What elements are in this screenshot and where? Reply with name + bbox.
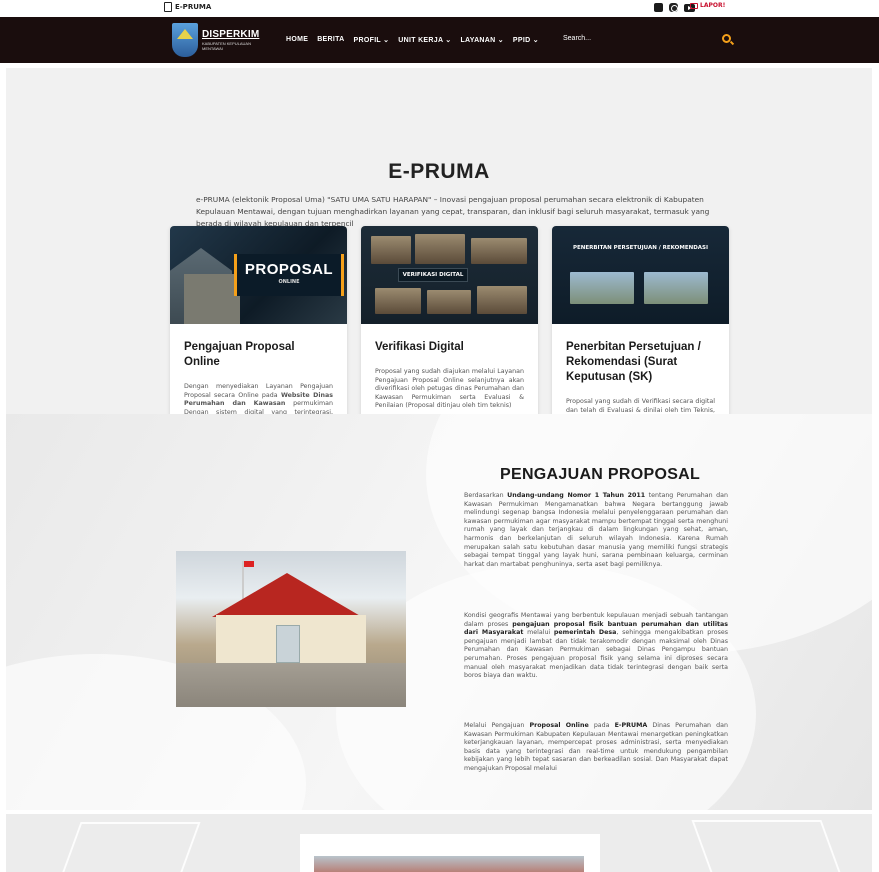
page-title: E-PRUMA (388, 160, 490, 183)
e-pruma-section: E-PRUMA e-PRUMA (elektonik Proposal Uma)… (6, 68, 872, 414)
photo-thumbnail (477, 286, 527, 314)
bottom-section (6, 814, 872, 872)
card-text: Proposal yang sudah diajukan melalui Lay… (375, 368, 524, 409)
brand-tab[interactable]: E-PRUMA (164, 2, 211, 12)
document-icon (164, 2, 172, 12)
decorative-shape (51, 822, 201, 872)
office-building-photo (176, 551, 406, 707)
logo-title: DISPERKIM (202, 29, 260, 40)
nav-item-home[interactable]: HOME (286, 36, 308, 44)
photo-thumbnail (471, 238, 527, 264)
nav-item-layanan[interactable]: LAYANAN ⌄ (460, 36, 503, 44)
lapor-link[interactable]: LAPOR! (690, 2, 725, 9)
instagram-icon[interactable] (669, 3, 678, 12)
top-strip: E-PRUMA LAPOR! (0, 0, 879, 16)
card-image: PENERBITAN PERSETUJUAN / REKOMENDASI (552, 226, 729, 324)
card-banner-subtitle: ONLINE (278, 279, 300, 285)
paragraph: Berdasarkan Undang-undang Nomor 1 Tahun … (464, 492, 728, 568)
disperkim-logo[interactable] (172, 23, 198, 57)
nav-item-unit-kerja[interactable]: UNIT KERJA ⌄ (398, 36, 451, 44)
card-banner-title: PROPOSAL (244, 261, 334, 278)
card-penerbitan-sk[interactable]: PENERBITAN PERSETUJUAN / REKOMENDASI Pen… (552, 226, 729, 414)
building-door (276, 625, 300, 663)
lapor-icon (690, 2, 698, 9)
photo-thumbnail (427, 290, 471, 314)
photo-thumbnail (371, 236, 411, 264)
card-image: VERIFIKASI DIGITAL (361, 226, 538, 324)
building-roof (212, 573, 362, 617)
photo-thumbnail (415, 234, 465, 264)
paragraph: Melalui Pengajuan Proposal Online pada E… (464, 722, 728, 772)
nav-item-berita[interactable]: BERITA (317, 36, 344, 44)
card-image: PROPOSAL ONLINE (170, 226, 347, 324)
building-photo (314, 856, 584, 872)
search-input[interactable]: Search... (563, 35, 713, 42)
card-verifikasi-digital[interactable]: VERIFIKASI DIGITAL Verifikasi Digital Pr… (361, 226, 538, 414)
flag (244, 561, 254, 567)
social-links (654, 3, 695, 12)
card-banner: PROPOSAL ONLINE (234, 254, 344, 296)
nav-menu: HOME BERITA PROFIL ⌄ UNIT KERJA ⌄ LAYANA… (286, 36, 539, 44)
photo-thumbnail (644, 272, 708, 304)
photo-thumbnail (375, 288, 421, 314)
building-photo-frame (300, 834, 600, 872)
card-banner-title: PENERBITAN PERSETUJUAN / REKOMENDASI (572, 245, 709, 251)
nav-item-ppid[interactable]: PPID ⌄ (513, 36, 539, 44)
card-text: Proposal yang sudah di Verifikasi secara… (566, 398, 715, 414)
pengajuan-proposal-section: PENGAJUAN PROPOSAL Berdasarkan Undang-un… (6, 414, 872, 810)
paragraph: Kondisi geografis Mentawai yang berbentu… (464, 612, 729, 680)
card-title: Verifikasi Digital (375, 341, 464, 353)
main-navbar: DISPERKIM KABUPATEN KEPULAUAN MENTAWAI H… (0, 17, 879, 63)
card-text: Dengan menyediakan Layanan Pengajuan Pro… (184, 383, 333, 414)
logo-subtitle: KABUPATEN KEPULAUAN MENTAWAI (202, 41, 251, 51)
card-title: Pengajuan Proposal Online (184, 341, 295, 368)
card-proposal-online[interactable]: PROPOSAL ONLINE Pengajuan Proposal Onlin… (170, 226, 347, 414)
logo-text[interactable]: DISPERKIM KABUPATEN KEPULAUAN MENTAWAI (202, 29, 262, 51)
page-description: e-PRUMA (elektonik Proposal Uma) "SATU U… (196, 195, 710, 228)
section-title: PENGAJUAN PROPOSAL (500, 466, 701, 483)
nav-item-profil[interactable]: PROFIL ⌄ (354, 36, 390, 44)
facebook-icon[interactable] (654, 3, 663, 12)
photo-thumbnail (570, 272, 634, 304)
card-banner-title: VERIFIKASI DIGITAL (398, 268, 468, 282)
card-title: Penerbitan Persetujuan / Rekomendasi (Su… (566, 341, 701, 383)
decorative-shape (691, 820, 851, 872)
search-icon[interactable] (722, 34, 731, 43)
house-image (184, 274, 240, 324)
lapor-label: LAPOR! (700, 2, 726, 9)
brand-tab-label: E-PRUMA (175, 3, 212, 11)
ground (176, 663, 406, 707)
